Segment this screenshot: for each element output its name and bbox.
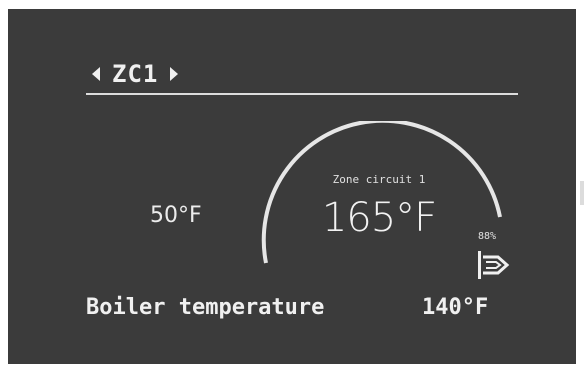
controller-display: ZC1 50°F Zone circuit 1 165°F 88% Boiler… [8, 9, 584, 364]
next-zone-button[interactable] [166, 63, 182, 85]
chevron-left-icon [92, 67, 100, 81]
chevron-right-icon [170, 67, 179, 81]
burner-flame-icon [478, 251, 510, 279]
edge-indicator [580, 181, 584, 205]
zone-header: ZC1 [88, 59, 182, 89]
header-divider [86, 93, 518, 95]
min-temperature: 50°F [150, 203, 202, 228]
current-temperature: 165°F [321, 195, 437, 241]
circuit-label: Zone circuit 1 [332, 173, 426, 186]
zone-title: ZC1 [112, 60, 159, 88]
burner-modulation: 88% [478, 231, 497, 242]
boiler-temperature-label: Boiler temperature [86, 295, 325, 320]
screen-frame: ZC1 50°F Zone circuit 1 165°F 88% Boiler… [0, 0, 586, 371]
boiler-temperature-value: 140°F [422, 295, 489, 320]
previous-zone-button[interactable] [88, 63, 104, 85]
